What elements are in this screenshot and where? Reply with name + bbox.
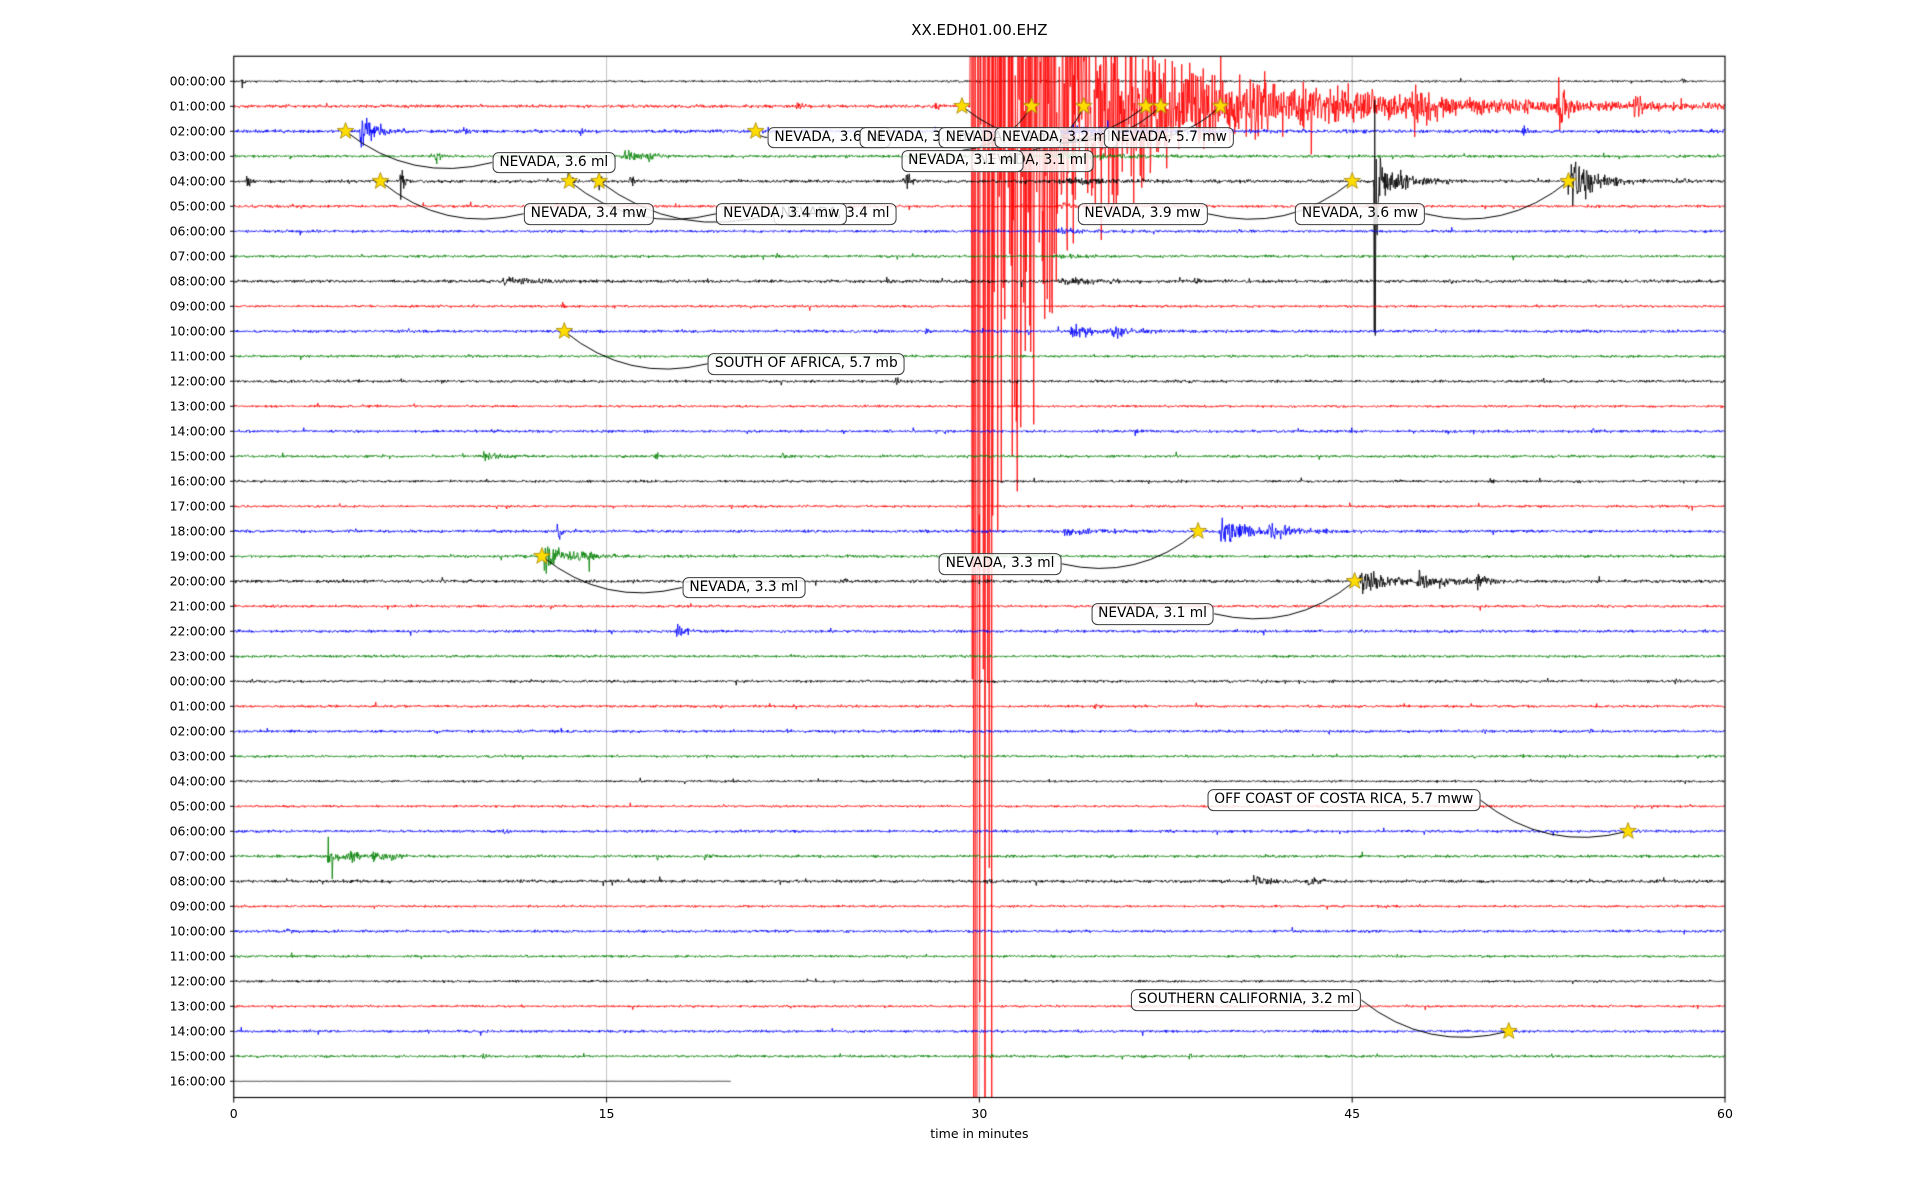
seismogram-canvas	[0, 0, 1920, 1200]
row-time-label: 21:00:00	[30, 599, 226, 614]
row-time-label: 17:00:00	[30, 499, 226, 514]
row-time-label: 08:00:00	[30, 874, 226, 889]
row-time-label: 18:00:00	[30, 524, 226, 539]
row-time-label: 02:00:00	[30, 724, 226, 739]
x-tick-label: 0	[230, 1106, 238, 1121]
seismogram-figure: XX.EDH01.00.EHZ 00:00:00 01:00:00 02:00:00…	[0, 0, 1920, 1200]
row-time-label: 15:00:00	[30, 449, 226, 464]
row-time-label: 22:00:00	[30, 624, 226, 639]
x-tick-label: 60	[1717, 1106, 1733, 1121]
x-axis-title: time in minutes	[930, 1126, 1028, 1141]
row-time-label: 03:00:00	[30, 749, 226, 764]
row-time-label: 05:00:00	[30, 799, 226, 814]
row-time-label: 04:00:00	[30, 174, 226, 189]
row-time-label: 16:00:00	[30, 1074, 226, 1089]
row-time-label: 10:00:00	[30, 324, 226, 339]
row-time-label: 06:00:00	[30, 224, 226, 239]
row-time-label: 05:00:00	[30, 199, 226, 214]
row-time-label: 11:00:00	[30, 949, 226, 964]
row-time-label: 13:00:00	[30, 999, 226, 1014]
row-time-label: 02:00:00	[30, 124, 226, 139]
row-time-label: 15:00:00	[30, 1049, 226, 1064]
row-time-label: 23:00:00	[30, 649, 226, 664]
x-tick-label: 45	[1344, 1106, 1360, 1121]
row-time-label: 11:00:00	[30, 349, 226, 364]
row-time-label: 14:00:00	[30, 1024, 226, 1039]
row-time-label: 01:00:00	[30, 99, 226, 114]
row-time-label: 09:00:00	[30, 899, 226, 914]
row-time-label: 07:00:00	[30, 249, 226, 264]
row-time-label: 06:00:00	[30, 824, 226, 839]
row-time-label: 16:00:00	[30, 474, 226, 489]
row-time-label: 01:00:00	[30, 699, 226, 714]
row-time-label: 13:00:00	[30, 399, 226, 414]
row-time-label: 20:00:00	[30, 574, 226, 589]
row-time-label: 00:00:00	[30, 674, 226, 689]
row-time-label: 14:00:00	[30, 424, 226, 439]
row-time-label: 07:00:00	[30, 849, 226, 864]
row-time-label: 10:00:00	[30, 924, 226, 939]
row-time-label: 12:00:00	[30, 974, 226, 989]
x-tick-label: 15	[599, 1106, 615, 1121]
row-time-label: 08:00:00	[30, 274, 226, 289]
x-tick-label: 30	[971, 1106, 987, 1121]
row-time-label: 09:00:00	[30, 299, 226, 314]
row-time-label: 00:00:00	[30, 74, 226, 89]
row-time-label: 19:00:00	[30, 549, 226, 564]
row-time-label: 12:00:00	[30, 374, 226, 389]
chart-title: XX.EDH01.00.EHZ	[911, 21, 1047, 39]
row-time-label: 04:00:00	[30, 774, 226, 789]
row-time-label: 03:00:00	[30, 149, 226, 164]
